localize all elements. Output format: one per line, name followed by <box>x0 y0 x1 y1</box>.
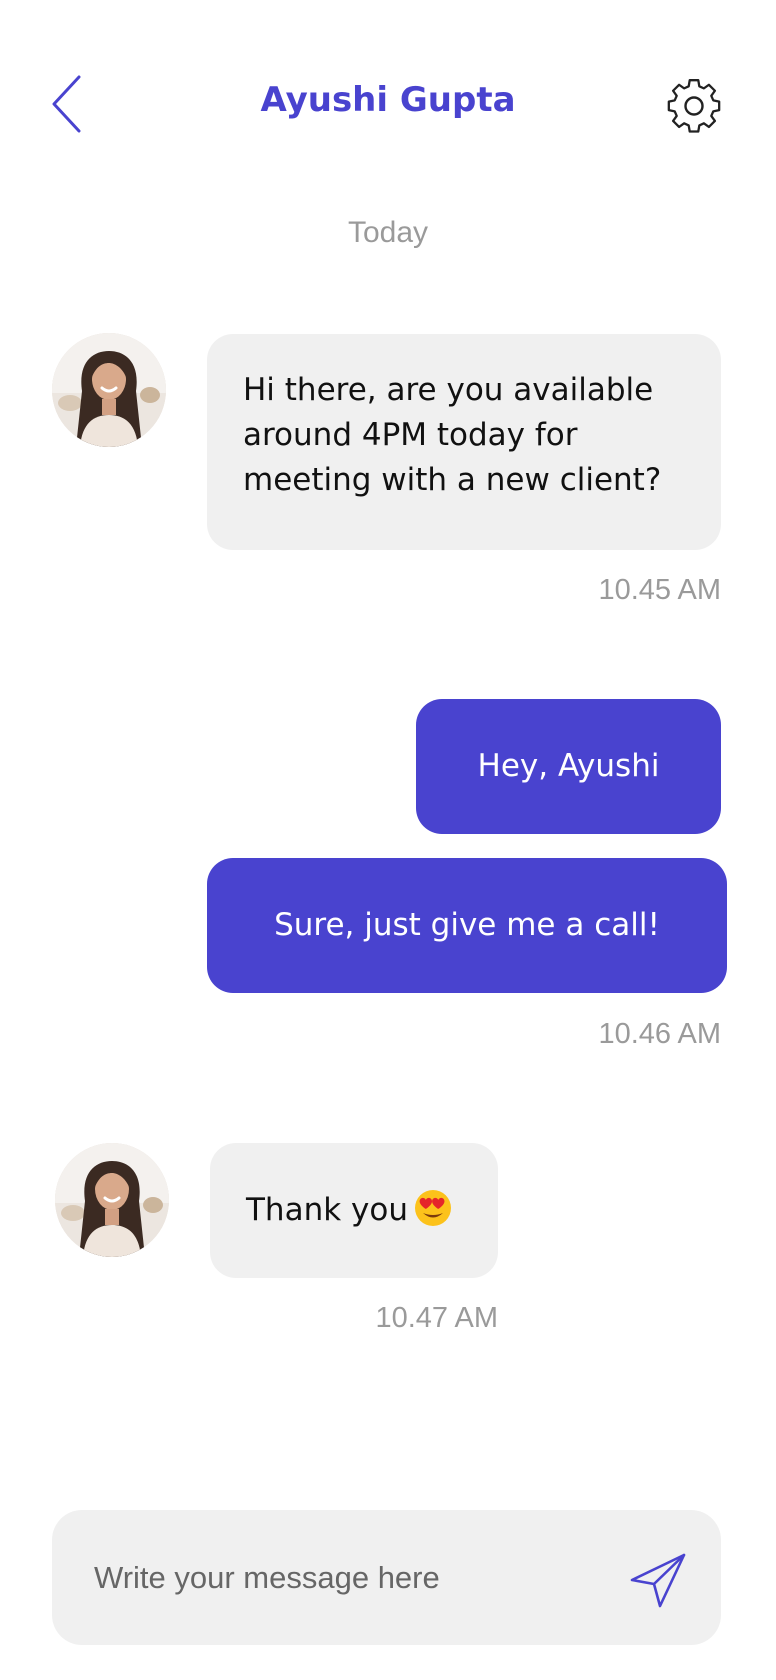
message-line: Hi there, are you available <box>243 372 654 408</box>
message-bubble-incoming[interactable]: Thank you <box>210 1143 498 1278</box>
gear-icon <box>667 79 721 133</box>
avatar <box>55 1143 169 1257</box>
message-bubble-outgoing[interactable]: Sure, just give me a call! <box>207 858 727 993</box>
message-bubble-incoming[interactable]: Hi there, are you available around 4PM t… <box>207 334 721 550</box>
page-title: Ayushi Gupta <box>260 80 516 120</box>
avatar <box>52 333 166 447</box>
message-bubble-outgoing[interactable]: Hey, Ayushi <box>416 699 721 834</box>
message-line: around 4PM today for <box>243 417 578 453</box>
date-separator: Today <box>347 216 429 249</box>
message-text: Thank you <box>246 1192 408 1228</box>
message-text: Hey, Ayushi <box>477 748 660 784</box>
message-input[interactable] <box>94 1510 614 1645</box>
settings-button[interactable] <box>666 78 722 134</box>
send-icon <box>630 1553 686 1608</box>
send-button[interactable] <box>627 1547 691 1611</box>
message-timestamp: 10.45 AM <box>598 574 721 606</box>
message-timestamp: 10.46 AM <box>598 1018 721 1050</box>
heart-eyes-emoji <box>415 1190 451 1226</box>
contact-photo <box>52 333 166 447</box>
message-timestamp: 10.47 AM <box>375 1302 498 1334</box>
message-text: Sure, just give me a call! <box>274 907 660 943</box>
message-line: meeting with a new client? <box>243 462 662 498</box>
message-composer <box>52 1510 721 1645</box>
contact-photo <box>55 1143 169 1257</box>
